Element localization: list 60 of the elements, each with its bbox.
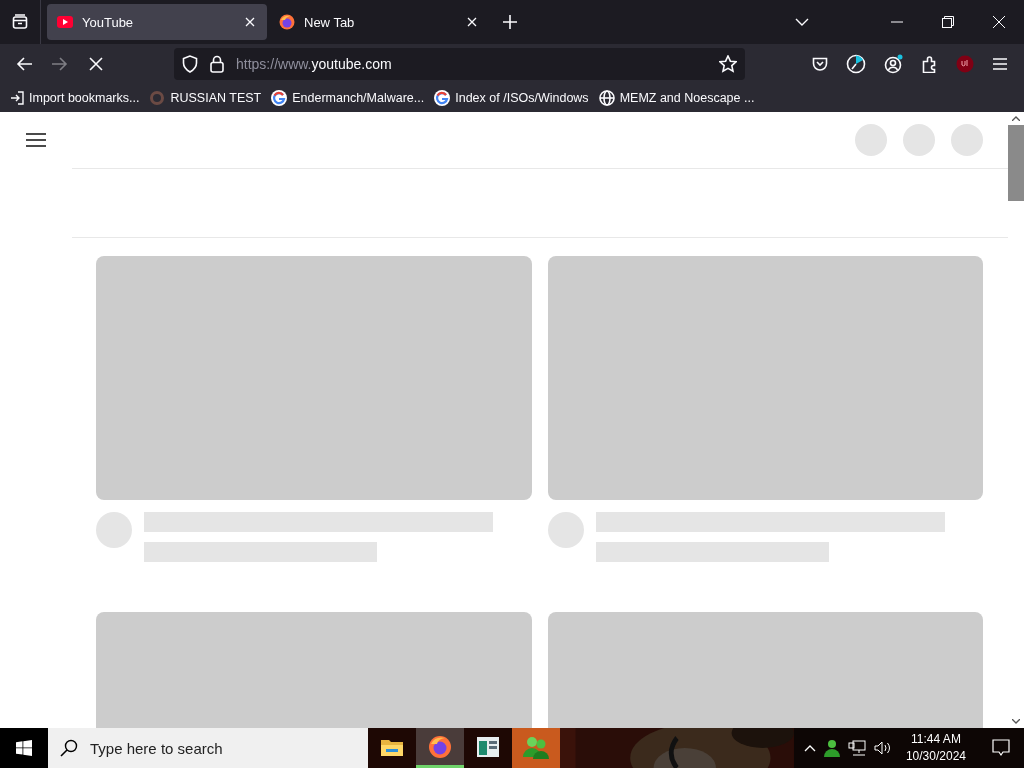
- close-icon: [89, 57, 103, 71]
- plus-icon[interactable]: [503, 15, 517, 29]
- gauge-icon[interactable]: [846, 54, 866, 74]
- left-arrow-icon: [16, 57, 32, 71]
- date-text: 10/30/2024: [905, 748, 966, 765]
- bookmark-link[interactable]: Import bookmarks...: [10, 91, 140, 105]
- url-text: https://www.youtube.com: [236, 56, 392, 72]
- taskbar-app[interactable]: [464, 728, 512, 768]
- close-icon[interactable]: [993, 16, 1005, 28]
- puzzle-piece-icon[interactable]: [922, 55, 938, 73]
- import-icon: [10, 91, 24, 105]
- placeholder-circle: [951, 124, 983, 156]
- fox-globe-icon: [279, 14, 295, 30]
- shield-icon[interactable]: [182, 55, 198, 73]
- avatar-placeholder: [548, 512, 584, 548]
- search-icon: [60, 739, 78, 757]
- browser-tab[interactable]: New Tab: [269, 4, 489, 40]
- close-icon[interactable]: [245, 17, 255, 27]
- bookmark-link[interactable]: MEMZ and Noescape ...: [598, 90, 755, 106]
- notification-icon[interactable]: [992, 739, 1010, 757]
- address-bar[interactable]: https://www.youtube.com: [174, 48, 745, 80]
- google-g-icon: [434, 90, 451, 106]
- right-arrow-icon: [52, 57, 68, 71]
- start-button[interactable]: [0, 728, 48, 768]
- chevron-down-icon[interactable]: [795, 18, 809, 26]
- restore-icon[interactable]: [942, 16, 954, 28]
- browser-tab[interactable]: YouTube: [47, 4, 267, 40]
- bookmark-link[interactable]: Index of /ISOs/Windows: [434, 90, 589, 106]
- search-bar[interactable]: Type here to search: [48, 728, 368, 768]
- padlock-icon[interactable]: [210, 55, 224, 73]
- network-icon[interactable]: [847, 740, 866, 756]
- chevron-up-icon[interactable]: [803, 744, 816, 752]
- video-play-icon: [57, 16, 73, 28]
- menu-icon[interactable]: [26, 133, 46, 147]
- bookmark-link[interactable]: Endermanch/Malware...: [271, 90, 425, 106]
- globe-icon: [598, 90, 615, 106]
- bookmark-link[interactable]: RUSSIAN TEST: [149, 90, 262, 106]
- search-field[interactable]: Type here to search: [88, 738, 352, 758]
- speaker-icon[interactable]: [873, 741, 892, 755]
- account-icon[interactable]: [884, 54, 904, 74]
- taskbar-app[interactable]: [368, 728, 416, 768]
- google-g-icon: [271, 90, 288, 106]
- star-icon[interactable]: [719, 55, 737, 73]
- scroll-up-icon[interactable]: [1012, 116, 1020, 121]
- shield-badge-icon[interactable]: [956, 55, 974, 73]
- scroll-down-icon[interactable]: [1012, 719, 1020, 724]
- fox-globe-icon: [428, 734, 452, 759]
- person-icon[interactable]: [823, 739, 840, 757]
- windows-logo-icon: [16, 740, 32, 756]
- scrollbar-thumb[interactable]: [1008, 125, 1024, 201]
- placeholder-circle: [903, 124, 935, 156]
- time-text: 11:44 AM: [911, 731, 961, 748]
- close-icon[interactable]: [467, 17, 477, 27]
- pocket-icon[interactable]: [812, 56, 828, 72]
- people-icon: [523, 734, 549, 759]
- app-window-icon: [477, 736, 499, 757]
- tab-list-icon[interactable]: [12, 14, 28, 30]
- avatar-placeholder: [96, 512, 132, 548]
- folder-icon: [381, 737, 403, 756]
- placeholder-circle: [855, 124, 887, 156]
